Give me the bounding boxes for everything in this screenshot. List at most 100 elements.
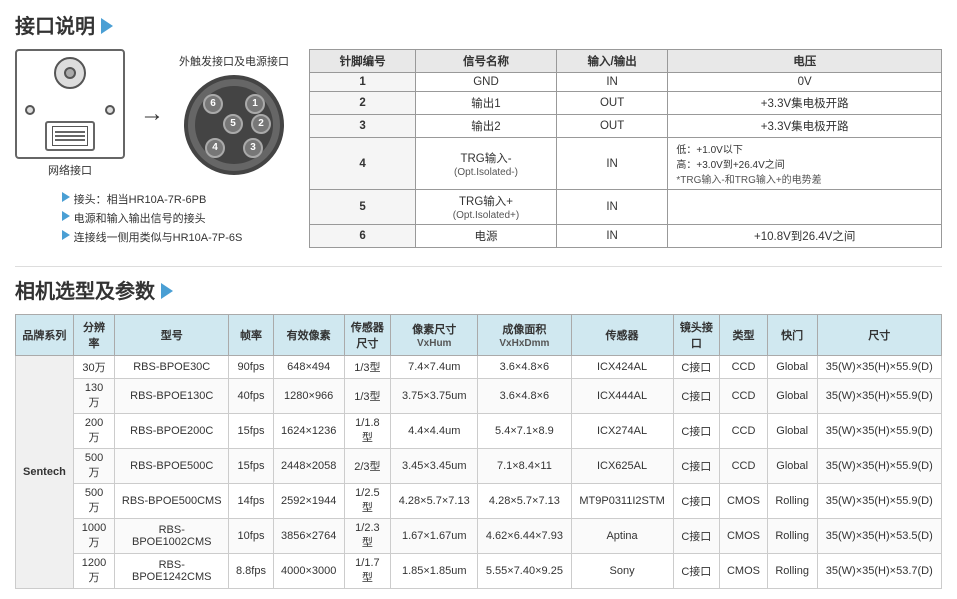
img-area-cell: 4.62×6.44×7.93 [478,519,571,554]
pin-voltage-3: +3.3V集电极开路 [668,115,942,138]
io-col-header: 输入/输出 [556,50,668,73]
fps-cell: 15fps [229,449,274,484]
shutter-cell: Global [767,356,817,379]
dim-cell: 35(W)×35(H)×53.7(D) [817,554,941,589]
bullet-note-1: 接头：相当HR10A-7R-6PB [62,191,243,207]
shutter-cell: Rolling [767,554,817,589]
col-type-header: 类型 [720,315,768,356]
network-port-label: 网络接口 [48,162,92,178]
pixel-size-cell: 4.4×4.4um [391,414,478,449]
camera-table-row: 1000万RBS-BPOE1002CMS10fps3856×27641/2.3型… [16,519,942,554]
pin-num-5: 5 [310,190,416,225]
pin-voltage-1: 0V [668,73,942,92]
connector-diagram: 外触发接口及电源接口 1 6 2 5 3 [179,53,289,175]
res-cell: 500万 [73,484,114,519]
pin-signal-2: 输出1 [416,92,557,115]
model-cell: RBS-BPOE130C [115,379,229,414]
dim-cell: 35(W)×35(H)×53.5(D) [817,519,941,554]
pixels-cell: 1624×1236 [273,414,344,449]
type-cell: CCD [720,449,768,484]
interface-cell: C接口 [673,449,720,484]
type-cell: CCD [720,414,768,449]
pin-num-2: 2 [310,92,416,115]
pin-row-3: 3 输出2 OUT +3.3V集电极开路 [310,115,942,138]
port-title-arrow [101,18,113,34]
pixels-cell: 4000×3000 [273,554,344,589]
pin-io-1: IN [556,73,668,92]
sensor-cell: ICX274AL [571,414,673,449]
img-area-cell: 3.6×4.8×6 [478,379,571,414]
shutter-cell: Rolling [767,484,817,519]
camera-section: 相机选型及参数 品牌系列 分辨率 型号 帧率 有效像素 传感器尺寸 像素尺寸Vx… [15,266,942,589]
col-dim-header: 尺寸 [817,315,941,356]
img-area-cell: 7.1×8.4×11 [478,449,571,484]
res-cell: 200万 [73,414,114,449]
pin-voltage-2: +3.3V集电极开路 [668,92,942,115]
fps-cell: 40fps [229,379,274,414]
camera-title-arrow [161,283,173,299]
pin-num-1: 1 [310,73,416,92]
model-cell: RBS-BPOE200C [115,414,229,449]
col-pixel-size-header: 像素尺寸VxHum [391,315,478,356]
camera-table: 品牌系列 分辨率 型号 帧率 有效像素 传感器尺寸 像素尺寸VxHum 成像面积… [15,314,942,589]
interface-cell: C接口 [673,484,720,519]
res-cell: 1000万 [73,519,114,554]
type-cell: CCD [720,356,768,379]
pin-num-6: 6 [310,225,416,248]
port-section: 网络接口 → 外触发接口及电源接口 1 6 [15,49,942,248]
pixels-cell: 2448×2058 [273,449,344,484]
port-diagram: 网络接口 → 外触发接口及电源接口 1 6 [15,49,289,178]
pin-col-header: 针脚编号 [310,50,416,73]
pin-signal-4: TRG输入-(Opt.Isolated-) [416,138,557,190]
page-container: 接口说明 [0,0,957,599]
pin-table: 针脚编号 信号名称 输入/输出 电压 1 GND IN 0V 2 [309,49,942,248]
sensor-size-cell: 1/1.8型 [344,414,391,449]
res-cell: 1200万 [73,554,114,589]
model-cell: RBS-BPOE1002CMS [115,519,229,554]
camera-table-row: 200万RBS-BPOE200C15fps1624×12361/1.8型4.4×… [16,414,942,449]
pixel-size-cell: 4.28×5.7×7.13 [391,484,478,519]
camera-table-row: Sentech30万RBS-BPOE30C90fps648×4941/3型7.4… [16,356,942,379]
bullet-note-3: 连接线一侧用类似与HR10A-7P-6S [62,229,243,245]
pin-row-6: 6 电源 IN +10.8V到26.4V之间 [310,225,942,248]
shutter-cell: Global [767,379,817,414]
interface-cell: C接口 [673,414,720,449]
pixel-size-cell: 3.45×3.45um [391,449,478,484]
bullet-text-2: 电源和输入输出信号的接头 [74,210,206,226]
pixels-cell: 1280×966 [273,379,344,414]
type-cell: CCD [720,379,768,414]
pixels-cell: 648×494 [273,356,344,379]
pixels-cell: 2592×1944 [273,484,344,519]
pin-io-2: OUT [556,92,668,115]
pin-row-5: 5 TRG输入+(Opt.Isolated+) IN [310,190,942,225]
network-port-box [45,121,95,151]
signal-col-header: 信号名称 [416,50,557,73]
sensor-size-cell: 1/2.5型 [344,484,391,519]
interface-cell: C接口 [673,554,720,589]
col-model-header: 型号 [115,315,229,356]
col-sensor-header: 传感器 [571,315,673,356]
img-area-cell: 3.6×4.8×6 [478,356,571,379]
shutter-cell: Global [767,414,817,449]
type-cell: CMOS [720,484,768,519]
pin-num-4: 4 [310,138,416,190]
type-cell: CMOS [720,519,768,554]
sensor-size-cell: 1/1.7型 [344,554,391,589]
col-shutter-header: 快门 [767,315,817,356]
fps-cell: 15fps [229,414,274,449]
brand-cell: Sentech [16,356,74,589]
sensor-cell: Aptina [571,519,673,554]
sensor-size-cell: 1/2.3型 [344,519,391,554]
dim-cell: 35(W)×35(H)×55.9(D) [817,484,941,519]
fps-cell: 90fps [229,356,274,379]
model-cell: RBS-BPOE30C [115,356,229,379]
bullet-note-2: 电源和输入输出信号的接头 [62,210,243,226]
pin-voltage-4: 低：+1.0V以下高：+3.0V到+26.4V之间*TRG输入-和TRG输入+的… [668,138,942,190]
bullet-icon-3 [62,230,70,240]
col-pixel-header: 有效像素 [273,315,344,356]
pin-io-4: IN [556,138,668,190]
diagram-arrow: → [140,100,164,128]
pin-signal-5: TRG输入+(Opt.Isolated+) [416,190,557,225]
voltage-col-header: 电压 [668,50,942,73]
pixels-cell: 3856×2764 [273,519,344,554]
